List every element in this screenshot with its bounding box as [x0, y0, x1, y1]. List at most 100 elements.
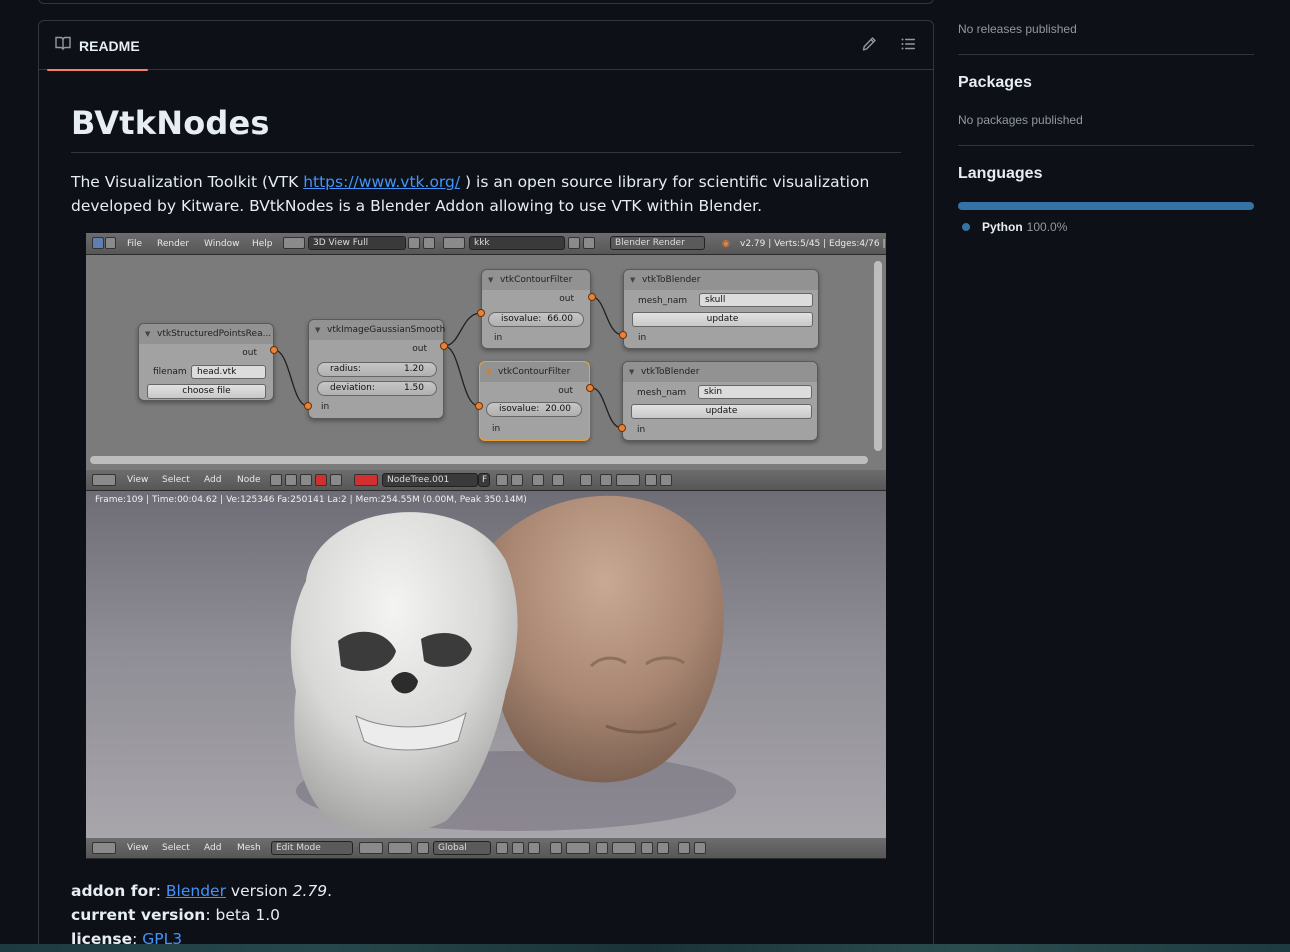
pin-icon: [532, 474, 544, 486]
divider: [958, 145, 1254, 146]
outline-button[interactable]: [895, 33, 921, 59]
background-texture-strip: [0, 944, 1290, 952]
pencil-icon: [861, 36, 877, 57]
edit-button[interactable]: [856, 33, 882, 59]
readme-panel: README BVtkNodes The Visualization Toolk…: [38, 20, 934, 952]
tree-type-icon: [330, 474, 342, 486]
blender-screenshot: File Render Window Help 3D View Full kkk…: [86, 233, 886, 859]
divider: [958, 54, 1254, 55]
blender-link[interactable]: Blender: [166, 882, 226, 900]
pivot-icon: [388, 842, 412, 854]
output-socket: [440, 342, 448, 350]
node-image-gaussian-smooth[interactable]: vtkImageGaussianSmooth out radius: 1.20 …: [308, 319, 445, 419]
node-tree-field: NodeTree.001: [382, 473, 478, 487]
language-name: Python: [982, 220, 1023, 234]
remove-scene-icon: [583, 237, 595, 249]
layer-icon: [496, 842, 508, 854]
snap-icon: [600, 474, 612, 486]
node-editor-type-icon: [92, 474, 116, 486]
menu-select: Select: [162, 843, 190, 853]
manipulator-icon: [417, 842, 429, 854]
menu-window: Window: [204, 238, 240, 249]
node-title: vtkToBlender: [623, 362, 817, 382]
readme-title: BVtkNodes: [71, 104, 901, 153]
mesh-name-label: mesh_nam: [638, 296, 688, 306]
render-icon: [641, 842, 653, 854]
readme-header: README: [39, 21, 933, 71]
node-tree-icon: [354, 474, 378, 486]
filenam-field: head.vtk: [191, 365, 266, 379]
node-contour-filter-1[interactable]: vtkContourFilter out isovalue: 66.00 in: [481, 269, 591, 349]
editor-switch-icon: [105, 237, 116, 249]
snap-mode-icon: [616, 474, 640, 486]
copy-icon: [645, 474, 657, 486]
screen-layout-icon: [283, 237, 305, 249]
vtk-link[interactable]: https://www.vtk.org/: [303, 173, 460, 191]
node-to-blender-2[interactable]: vtkToBlender mesh_nam skin update in: [622, 361, 818, 441]
packages-heading[interactable]: Packages: [958, 74, 1032, 92]
intro-text-before: The Visualization Toolkit (VTK: [71, 173, 304, 191]
node-editor: vtkStructuredPointsRea... out filenam he…: [86, 255, 886, 470]
output-socket: [270, 346, 278, 354]
fake-user-toggle: F: [478, 473, 490, 487]
menu-mesh: Mesh: [237, 843, 261, 853]
input-socket: [475, 402, 483, 410]
info-editor-icon: [92, 237, 104, 249]
tree-type-icon: [300, 474, 312, 486]
view3d-type-icon: [92, 842, 116, 854]
radius-field: radius: 1.20: [317, 362, 437, 377]
node-to-blender-1[interactable]: vtkToBlender mesh_nam skull update in: [623, 269, 819, 349]
vertical-scrollbar[interactable]: [874, 261, 882, 451]
isovalue-value: 20.00: [545, 404, 571, 414]
language-bar: [958, 202, 1254, 210]
deviation-label: deviation:: [330, 383, 375, 393]
add-layout-icon: [408, 237, 420, 249]
radius-value: 1.20: [403, 364, 424, 374]
input-socket: [619, 331, 627, 339]
render-engine-field: Blender Render: [610, 236, 705, 250]
socket-label-in: in: [321, 402, 330, 412]
packages-empty-text: No packages published: [958, 113, 1083, 127]
menu-add: Add: [204, 843, 222, 853]
isovalue-value: 66.00: [547, 314, 573, 324]
language-item-python[interactable]: Python 100.0%: [958, 220, 1067, 234]
deviation-value: 1.50: [403, 383, 424, 393]
menu-select: Select: [162, 475, 190, 485]
menu-node: Node: [237, 475, 261, 485]
add-scene-icon: [568, 237, 580, 249]
blender-info-bar: File Render Window Help 3D View Full kkk…: [86, 233, 886, 255]
language-percent: 100.0%: [1026, 220, 1068, 234]
snap-icon: [596, 842, 608, 854]
layer-icon: [512, 842, 524, 854]
socket-label-out: out: [559, 294, 574, 304]
socket-label-in: in: [637, 425, 646, 435]
mesh-name-field: skull: [699, 293, 813, 307]
remove-layout-icon: [423, 237, 435, 249]
addon-version: 2.79: [292, 882, 328, 900]
shading-icon: [359, 842, 383, 854]
tab-readme[interactable]: README: [47, 21, 148, 71]
menu-view: View: [127, 475, 149, 485]
3d-viewport: Frame:109 | Time:00:04.62 | Ve:125346 Fa…: [86, 491, 886, 841]
horizontal-scrollbar[interactable]: [90, 456, 868, 464]
menu-view: View: [127, 843, 149, 853]
filenam-label: filenam: [153, 367, 187, 377]
tree-type-icon: [315, 474, 327, 486]
mesh-name-label: mesh_nam: [637, 388, 687, 398]
layer-icon: [550, 842, 562, 854]
input-socket: [618, 424, 626, 432]
input-socket: [477, 309, 485, 317]
tree-type-icon: [270, 474, 282, 486]
update-button: update: [631, 404, 812, 419]
mode-field: Edit Mode: [271, 841, 353, 855]
scene-icon: [443, 237, 465, 249]
menu-file: File: [127, 238, 143, 249]
isovalue-field: isovalue: 66.00: [488, 312, 584, 327]
language-color-dot: [962, 223, 970, 231]
active-tab-indicator: [47, 69, 148, 71]
node-title: vtkToBlender: [624, 270, 818, 290]
node-structured-points-reader[interactable]: vtkStructuredPointsRea... out filenam he…: [138, 323, 274, 401]
deviation-field: deviation: 1.50: [317, 381, 437, 396]
radius-label: radius:: [330, 364, 361, 374]
node-contour-filter-2[interactable]: vtkContourFilter out isovalue: 20.00 in: [479, 361, 590, 441]
